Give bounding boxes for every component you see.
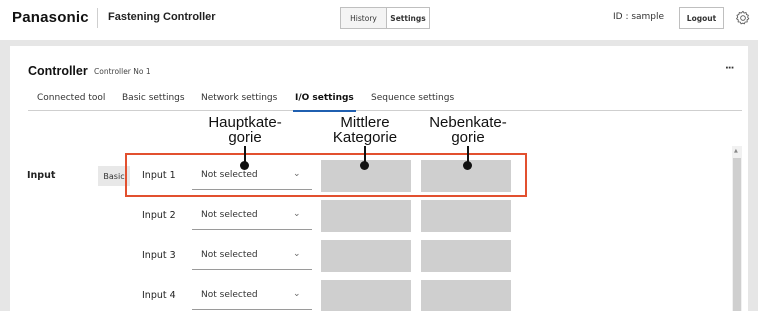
tab-bar: Connected tool Basic settings Network se…: [28, 93, 742, 112]
more-options-icon[interactable]: ···: [725, 63, 734, 74]
input-4-middle-category: [321, 280, 411, 311]
chevron-down-icon: ⌄: [293, 249, 301, 259]
callout-line-2: gorie: [451, 129, 485, 146]
chevron-down-icon: ⌄: [293, 289, 301, 299]
input-4-main-category-select[interactable]: Not selected ⌄: [192, 280, 312, 310]
input-4-label: Input 4: [142, 290, 176, 301]
select-value: Not selected: [201, 250, 258, 260]
input-2-sub-category: [421, 200, 511, 232]
input-3-label: Input 3: [142, 250, 176, 261]
logout-button[interactable]: Logout: [679, 7, 724, 29]
callout-line-2: gorie: [228, 129, 262, 146]
tab-sequence-settings[interactable]: Sequence settings: [371, 93, 454, 111]
middle-category-callout: Mittlere Kategorie: [310, 115, 420, 145]
user-id: ID : sample: [613, 12, 665, 22]
controller-name: Controller No 1: [94, 67, 151, 76]
gear-icon[interactable]: [735, 10, 751, 26]
brand-divider: [97, 8, 98, 28]
tab-connected-tool[interactable]: Connected tool: [37, 93, 105, 111]
tab-basic-settings[interactable]: Basic settings: [122, 93, 185, 111]
input-4-sub-category: [421, 280, 511, 311]
tab-network-settings[interactable]: Network settings: [201, 93, 277, 111]
input-3-middle-category: [321, 240, 411, 272]
app-title: Fastening Controller: [108, 11, 216, 23]
main-category-callout: Hauptkate- gorie: [190, 115, 300, 145]
callout-line-2: Kategorie: [332, 129, 398, 146]
callout-line-1: Hauptkate-: [208, 114, 282, 131]
callout-dot: [240, 161, 249, 170]
scrollbar[interactable]: ▲: [732, 146, 742, 311]
select-value: Not selected: [201, 290, 258, 300]
scroll-up-icon[interactable]: ▲: [734, 148, 738, 154]
callout-dot: [463, 161, 472, 170]
input-3-sub-category: [421, 240, 511, 272]
callout-dot: [360, 161, 369, 170]
panel-title: Controller: [28, 64, 88, 78]
chevron-down-icon: ⌄: [293, 209, 301, 219]
settings-button[interactable]: Settings: [386, 7, 430, 29]
tab-io-settings[interactable]: I/O settings: [293, 93, 356, 112]
callout-line-1: Nebenkate-: [429, 114, 507, 131]
history-button[interactable]: History: [340, 7, 386, 29]
callout-line-1: Mittlere: [340, 114, 390, 131]
input-2-main-category-select[interactable]: Not selected ⌄: [192, 200, 312, 230]
input-2-middle-category: [321, 200, 411, 232]
input-3-main-category-select[interactable]: Not selected ⌄: [192, 240, 312, 270]
top-bar: Panasonic Fastening Controller History S…: [0, 0, 758, 38]
select-value: Not selected: [201, 210, 258, 220]
sub-category-callout: Nebenkate- gorie: [413, 115, 523, 145]
scrollbar-thumb[interactable]: [733, 158, 741, 311]
brand-logo: Panasonic: [12, 9, 89, 26]
input-2-label: Input 2: [142, 210, 176, 221]
input-section-label: Input: [27, 170, 56, 181]
